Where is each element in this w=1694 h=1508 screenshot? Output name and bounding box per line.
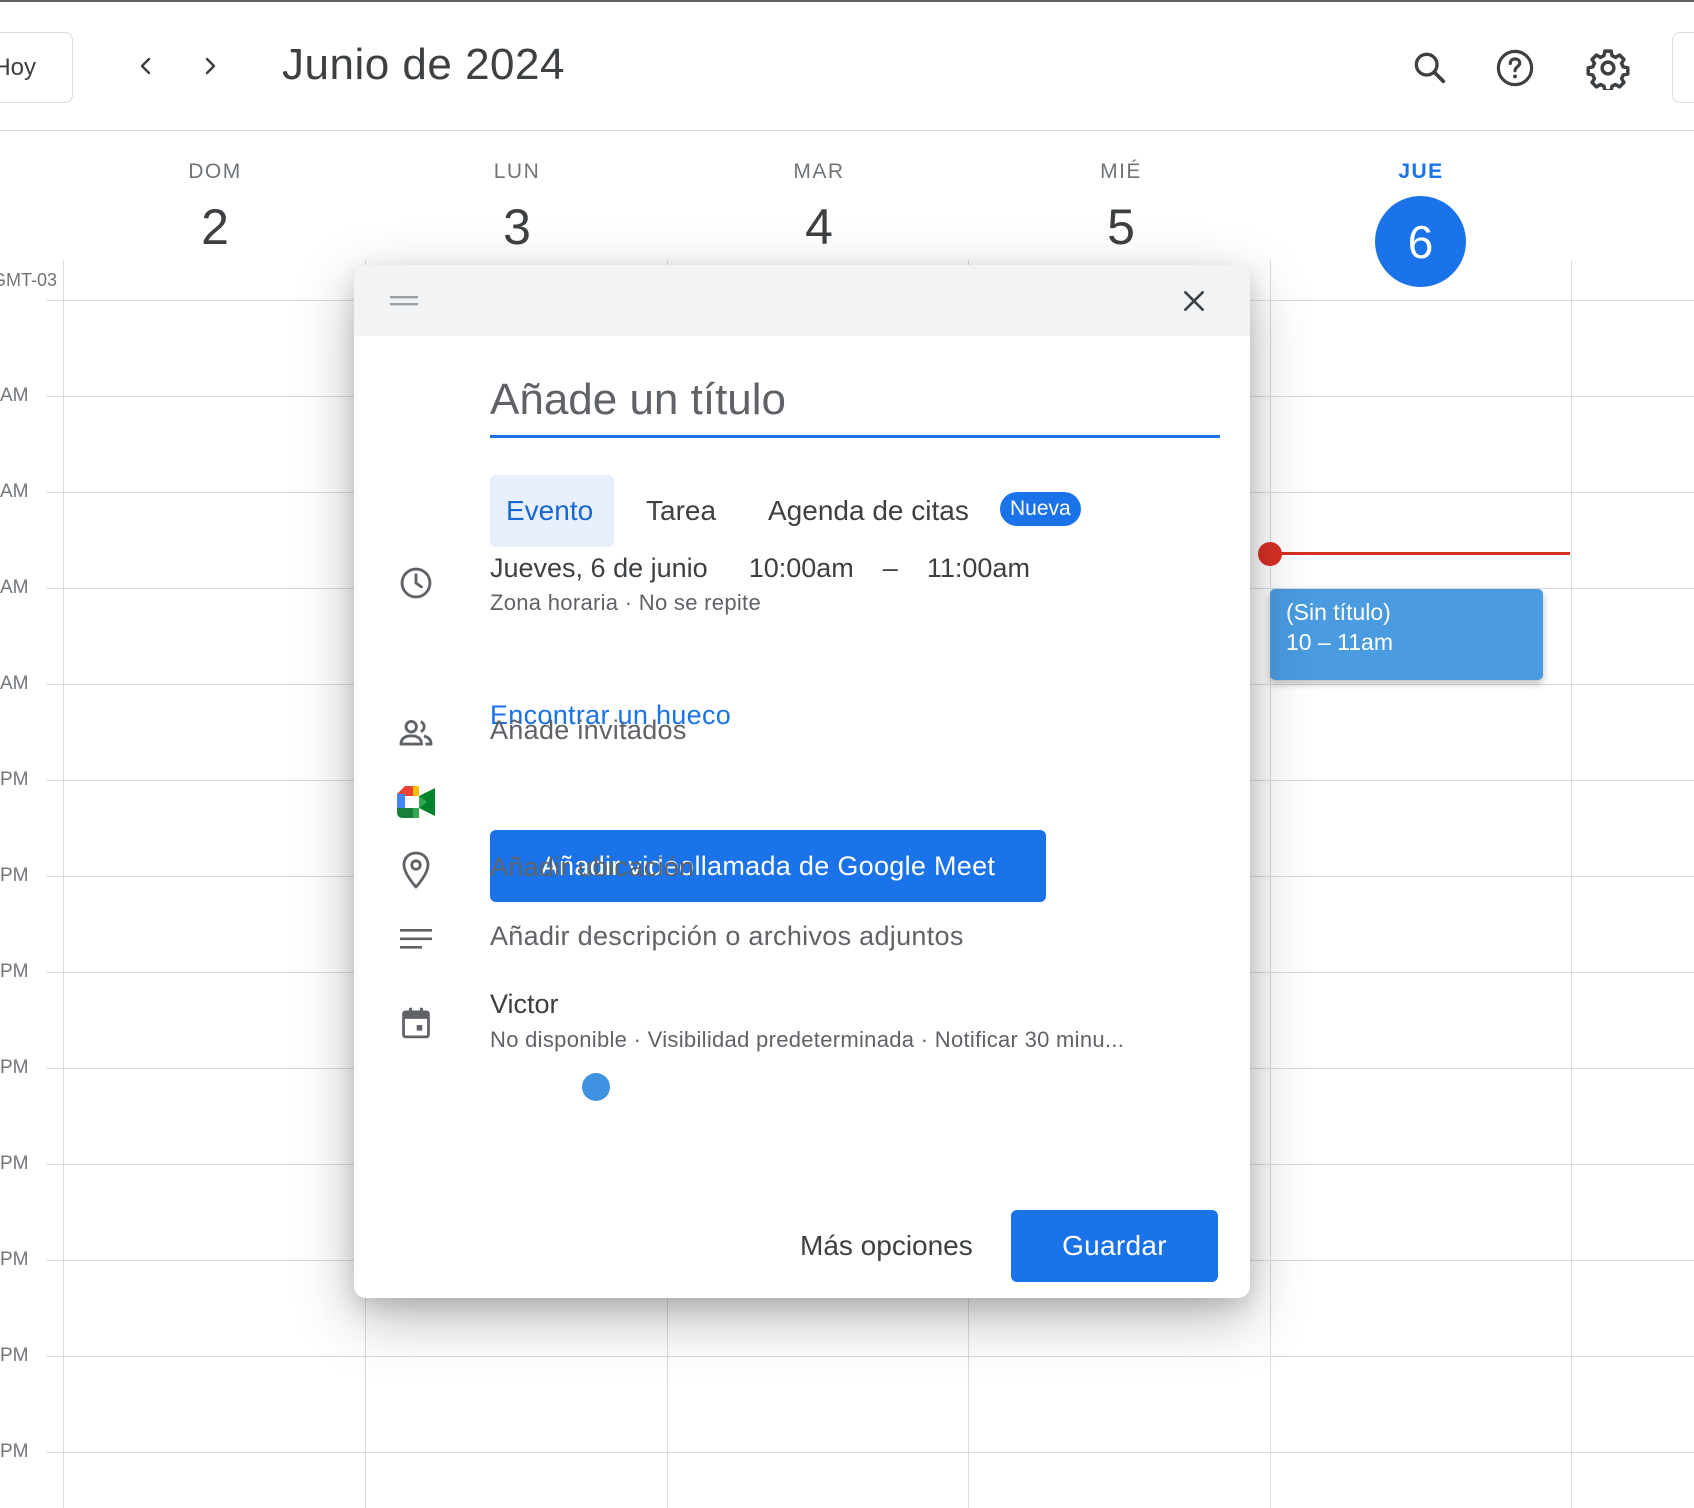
tab-appointment-label: Agenda de citas	[768, 495, 969, 526]
add-description-field[interactable]: Añadir descripción o archivos adjuntos	[490, 921, 964, 952]
calendar-color-dot	[582, 1073, 610, 1101]
month-title: Junio de 2024	[282, 40, 565, 89]
today-date-circle[interactable]: 6	[1375, 196, 1466, 287]
hour-label: PM	[0, 1249, 29, 1270]
people-icon	[396, 713, 436, 753]
location-pin-icon	[396, 850, 436, 890]
view-selector-button[interactable]	[1672, 32, 1694, 103]
hour-label: AM	[0, 481, 29, 502]
close-icon	[1184, 291, 1204, 311]
timezone-label: GMT-03	[0, 270, 58, 290]
hour-label: PM	[0, 1057, 29, 1078]
today-button[interactable]: Hoy	[0, 32, 73, 103]
day-name: JUE	[1398, 160, 1444, 183]
day-header-sunday[interactable]: DOM 2	[64, 160, 366, 252]
event-datetime[interactable]: Jueves, 6 de junio 10:00am – 11:00am	[490, 553, 1030, 584]
hour-gridline	[46, 1452, 1694, 1453]
calendar-header: Hoy Junio de 2024	[0, 2, 1694, 130]
drag-handle-icon[interactable]	[388, 285, 420, 317]
hour-label: PM	[0, 961, 29, 982]
hour-label: PM	[0, 1441, 29, 1462]
tab-appointment-schedule[interactable]: Agenda de citas	[752, 475, 985, 547]
event-date[interactable]: Jueves, 6 de junio	[490, 553, 708, 583]
hour-label: AM	[0, 385, 29, 406]
chevron-right-icon	[205, 57, 216, 75]
description-icon	[396, 919, 436, 959]
gear-icon	[1586, 49, 1630, 90]
timezone-recurrence[interactable]: Zona horaria · No se repite	[490, 590, 761, 616]
grid-column-divider	[63, 260, 64, 1508]
grid-column-divider	[1270, 260, 1271, 1508]
new-badge: Nueva	[1000, 492, 1081, 526]
day-name: LUN	[493, 160, 541, 183]
day-name: MAR	[793, 160, 845, 183]
header-divider	[0, 130, 1694, 131]
day-name: DOM	[188, 160, 242, 183]
day-header-monday[interactable]: LUN 3	[366, 160, 668, 252]
day-header-tuesday[interactable]: MAR 4	[668, 160, 970, 252]
google-meet-icon	[396, 782, 436, 822]
day-number[interactable]: 4	[668, 202, 970, 252]
search-icon	[1414, 52, 1446, 84]
day-number[interactable]: 5	[970, 202, 1272, 252]
calendar-owner-name[interactable]: Victor	[490, 989, 559, 1020]
day-header-wednesday[interactable]: MIÉ 5	[970, 160, 1272, 252]
settings-button[interactable]	[1580, 40, 1636, 96]
add-location-field[interactable]: Añadir ubicación	[490, 852, 694, 883]
calendar-icon	[396, 1003, 436, 1043]
day-number[interactable]: 2	[64, 202, 366, 252]
clock-icon	[396, 563, 436, 603]
add-guests-field[interactable]: Añade invitados	[490, 715, 687, 746]
tab-task-label: Tarea	[646, 495, 717, 526]
chevron-left-icon	[140, 57, 151, 75]
event-start-time[interactable]: 10:00am	[749, 553, 854, 583]
day-header-thursday[interactable]: JUE	[1270, 160, 1572, 184]
hour-label: PM	[0, 865, 29, 886]
hour-label: PM	[0, 769, 29, 790]
more-options-button[interactable]: Más opciones	[784, 1210, 989, 1282]
grid-column-divider	[1571, 260, 1572, 1508]
event-chip-title: (Sin título)	[1286, 599, 1391, 625]
event-title-input[interactable]	[490, 372, 1220, 428]
current-time-line	[1268, 552, 1570, 555]
quick-event-dialog: Evento Tarea Agenda de citas Nueva Jueve…	[354, 265, 1250, 1298]
tab-event-label: Evento	[506, 495, 594, 526]
next-week-button[interactable]	[182, 38, 238, 94]
day-name: MIÉ	[1100, 160, 1142, 183]
title-input-underline	[490, 435, 1220, 438]
dialog-titlebar[interactable]	[354, 265, 1250, 336]
help-button[interactable]	[1487, 40, 1543, 96]
tab-event[interactable]: Evento	[490, 475, 614, 547]
help-icon	[1496, 49, 1534, 87]
tab-task[interactable]: Tarea	[630, 475, 732, 547]
time-range-dash: –	[882, 553, 898, 583]
save-button[interactable]: Guardar	[1011, 1210, 1218, 1282]
hour-label: AM	[0, 673, 29, 694]
event-chip-time: 10 – 11am	[1286, 629, 1393, 655]
hour-label: PM	[0, 1345, 29, 1366]
close-button[interactable]	[1174, 281, 1214, 321]
day-number[interactable]: 3	[366, 202, 668, 252]
event-end-time[interactable]: 11:00am	[927, 553, 1030, 583]
hour-label: AM	[0, 577, 29, 598]
previous-week-button[interactable]	[118, 38, 174, 94]
today-button-label: Hoy	[0, 53, 36, 81]
event-chip-draft[interactable]: (Sin título) 10 – 11am	[1270, 589, 1543, 680]
calendar-details[interactable]: No disponible · Visibilidad predetermina…	[490, 1027, 1124, 1053]
hour-gridline	[46, 1356, 1694, 1357]
hour-label: PM	[0, 1153, 29, 1174]
save-button-label: Guardar	[1062, 1230, 1167, 1261]
more-options-label: Más opciones	[800, 1230, 973, 1261]
search-button[interactable]	[1402, 40, 1458, 96]
